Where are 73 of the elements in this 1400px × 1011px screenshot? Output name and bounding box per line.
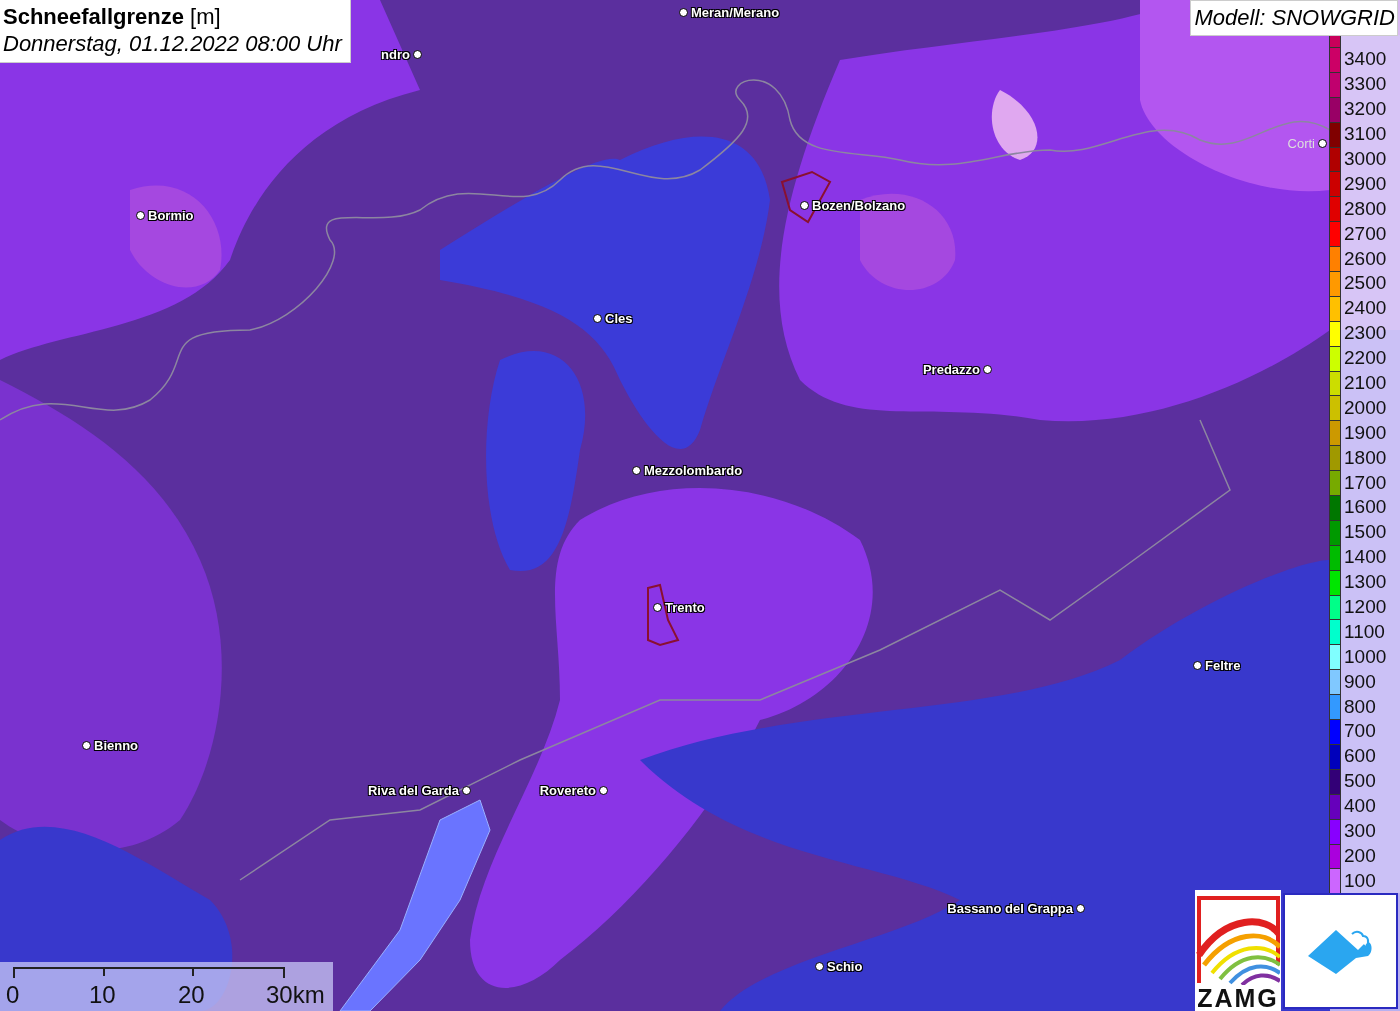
city-dot-icon [1193, 660, 1202, 670]
city-dot-icon [82, 740, 91, 750]
scale-label: 20 [178, 981, 205, 1009]
city-label: Predazzo [922, 361, 980, 377]
legend-label: 1900 [1344, 423, 1387, 442]
legend-label: 2700 [1344, 224, 1387, 243]
scale-label: 30km [266, 981, 325, 1009]
city-label: Meran/Merano [691, 4, 780, 20]
city-dot-icon [815, 961, 824, 971]
legend-label: 2200 [1344, 349, 1387, 368]
city-dot-icon [632, 465, 641, 475]
city-label: Cles [605, 310, 633, 326]
map-title: Schneefallgrenze [m] [3, 3, 222, 30]
model-label: Modell: SNOWGRID [1189, 0, 1398, 36]
city-label: Bienno [94, 737, 139, 753]
legend-label: 2600 [1344, 249, 1387, 268]
city-dot-icon [1076, 903, 1085, 913]
legend-label: 800 [1344, 697, 1376, 716]
city-dot-icon [136, 210, 145, 220]
legend-label: 2900 [1344, 174, 1387, 193]
legend-label: 3100 [1344, 125, 1387, 144]
city-dot-icon [679, 7, 688, 17]
legend-label: 2400 [1344, 299, 1387, 318]
forecast-time: Donnerstag, 01.12.2022 08:00 Uhr [3, 30, 342, 58]
city-label: Bormio [148, 207, 194, 223]
city-label: Feltre [1205, 657, 1241, 673]
logo-text: ZAMG [1197, 985, 1279, 1011]
city-label: Bassano del Grappa [947, 900, 1073, 916]
city-label: Mezzolombardo [644, 462, 743, 478]
city-label: Riva del Garda [367, 782, 459, 798]
legend-label: 500 [1344, 772, 1376, 791]
legend-label: 2800 [1344, 199, 1387, 218]
city-dot-icon [800, 200, 809, 210]
roof-cloud-icon [1307, 928, 1374, 974]
legend-label: 1500 [1344, 523, 1387, 542]
legend-label: 400 [1344, 797, 1376, 816]
legend-label: 1000 [1344, 647, 1387, 666]
legend-label: 1200 [1344, 598, 1387, 617]
legend-label: 2500 [1344, 274, 1387, 293]
legend-label: 3400 [1344, 50, 1387, 69]
legend-label: 700 [1344, 722, 1376, 741]
legend-label: 1300 [1344, 573, 1387, 592]
legend-label: 3300 [1344, 75, 1387, 94]
legend-label: 3200 [1344, 100, 1387, 119]
legend-label: 2100 [1344, 374, 1387, 392]
city-dot-icon [1318, 138, 1327, 148]
city-dot-icon [462, 785, 471, 795]
legend-label: 2300 [1344, 324, 1387, 343]
legend-label: 200 [1344, 846, 1376, 865]
city-label: Corti [1287, 135, 1315, 151]
legend-label: 1700 [1344, 473, 1387, 492]
legend-label: 100 [1344, 871, 1376, 890]
legend-label: 1100 [1344, 622, 1385, 641]
legend-label: 1600 [1344, 498, 1387, 517]
city-dot-icon [593, 313, 602, 323]
scale-label: 0 [6, 981, 20, 1009]
city-dot-icon [599, 785, 608, 795]
legend-label: 600 [1344, 747, 1376, 766]
city-label: ndro [381, 46, 410, 62]
legend-label: 1800 [1344, 448, 1387, 467]
city-label: Schio [827, 958, 863, 974]
legend-label: 1400 [1344, 548, 1387, 567]
rainbow-logo-icon [1196, 895, 1280, 985]
city-label: Rovereto [539, 782, 596, 798]
legend-label: 900 [1344, 672, 1376, 691]
legend-label: 3000 [1344, 150, 1387, 168]
scale-label: 10 [89, 981, 116, 1009]
city-dot-icon [413, 49, 422, 59]
city-dot-icon [653, 602, 662, 612]
city-dot-icon [983, 364, 992, 374]
legend-label: 2000 [1344, 398, 1387, 417]
legend-label: 300 [1344, 822, 1376, 841]
city-label: Trento [665, 599, 705, 615]
